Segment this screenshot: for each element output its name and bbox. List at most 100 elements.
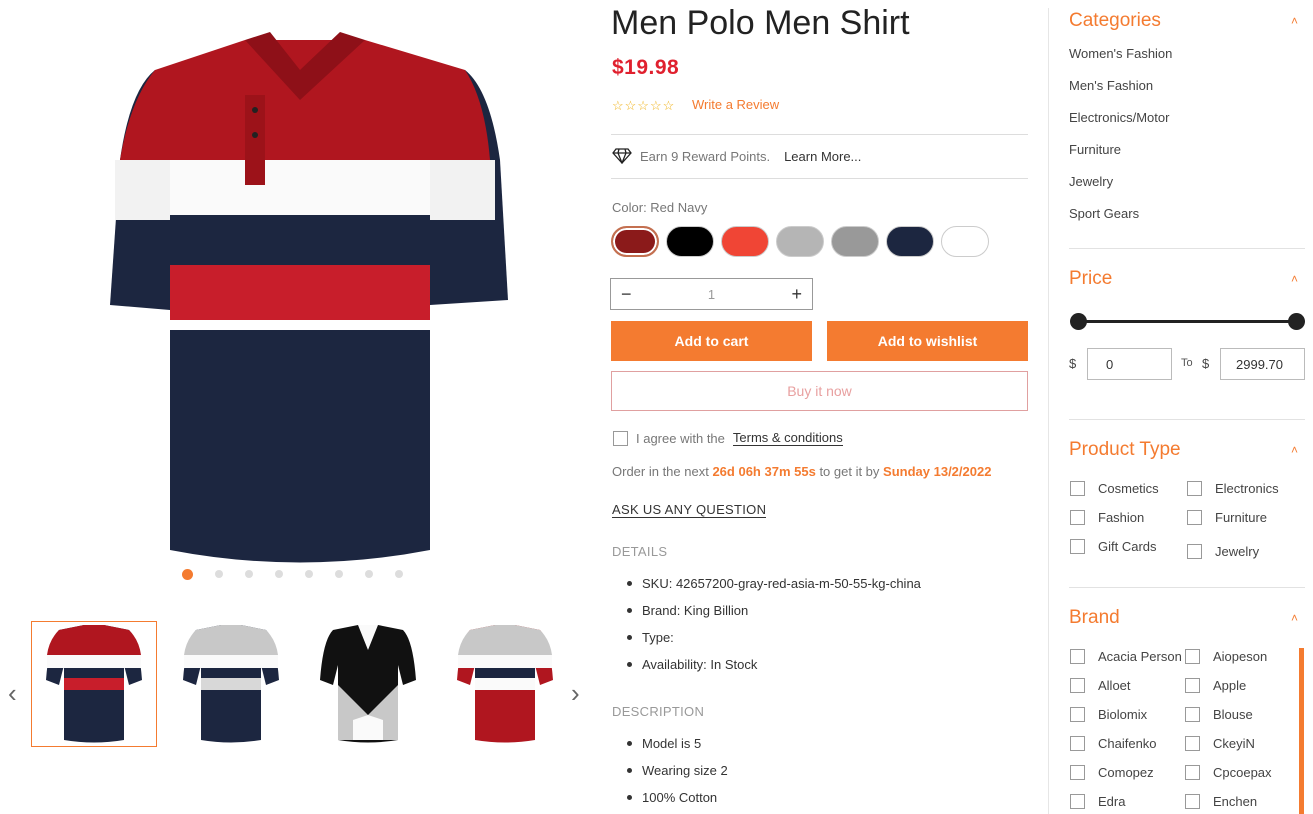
brand-filter[interactable]: Edra [1070, 794, 1125, 809]
quantity-stepper: − 1 + [610, 278, 813, 310]
filter-label: Cpcoepax [1213, 765, 1272, 780]
plus-icon[interactable]: + [791, 284, 802, 305]
currency-symbol: $ [1202, 356, 1210, 371]
sidebar-item-mens-fashion[interactable]: Men's Fashion [1069, 78, 1153, 93]
filter-fashion[interactable]: Fashion [1070, 510, 1144, 525]
checkbox[interactable] [1070, 707, 1085, 722]
thumbnail-3[interactable] [305, 621, 431, 747]
chevron-up-icon[interactable]: ˄ [1291, 611, 1298, 625]
checkbox[interactable] [1070, 678, 1085, 693]
price-max-handle[interactable] [1288, 313, 1305, 330]
gallery-dot[interactable] [215, 570, 223, 578]
divider [611, 134, 1028, 135]
swatch-white[interactable] [941, 226, 989, 257]
terms-link[interactable]: Terms & conditions [732, 430, 843, 446]
brand-filter[interactable]: Cpcoepax [1185, 765, 1272, 780]
price-heading[interactable]: Price [1069, 268, 1112, 290]
checkbox[interactable] [1187, 510, 1202, 525]
checkbox[interactable] [1185, 765, 1200, 780]
chevron-right-icon[interactable]: › [571, 680, 580, 706]
price-min-input[interactable]: 0 [1087, 348, 1172, 380]
sidebar-item-womens-fashion[interactable]: Women's Fashion [1069, 46, 1172, 61]
filter-label: Electronics [1215, 481, 1279, 496]
add-to-cart-button[interactable]: Add to cart [611, 321, 812, 361]
quantity-value[interactable]: 1 [708, 287, 715, 302]
chevron-up-icon[interactable]: ˄ [1291, 272, 1298, 286]
thumbnail-2[interactable] [168, 621, 294, 747]
filter-label: Chaifenko [1098, 736, 1157, 751]
gallery-dot[interactable] [335, 570, 343, 578]
brand-filter[interactable]: Chaifenko [1070, 736, 1157, 751]
brand-filter[interactable]: CkeyiN [1185, 736, 1255, 751]
checkbox[interactable] [1185, 794, 1200, 809]
brand-filter[interactable]: Enchen [1185, 794, 1257, 809]
brand-filter[interactable]: Comopez [1070, 765, 1154, 780]
swatch-gray[interactable] [831, 226, 879, 257]
gallery-dot[interactable] [245, 570, 253, 578]
chevron-up-icon[interactable]: ˄ [1291, 443, 1298, 457]
minus-icon[interactable]: − [621, 284, 632, 305]
sidebar-item-furniture[interactable]: Furniture [1069, 142, 1121, 157]
checkbox[interactable] [1070, 649, 1085, 664]
brand-filter[interactable]: Apple [1185, 678, 1246, 693]
swatch-black[interactable] [666, 226, 714, 257]
sidebar-item-sport-gears[interactable]: Sport Gears [1069, 206, 1139, 221]
brand-filter[interactable]: Acacia Person [1070, 649, 1182, 664]
price-range-track[interactable] [1078, 320, 1296, 323]
gallery-dot[interactable] [275, 570, 283, 578]
checkbox[interactable] [1185, 707, 1200, 722]
countdown-timer: 26d 06h 37m 55s [712, 464, 816, 479]
filter-jewelry[interactable]: Jewelry [1187, 544, 1259, 559]
chevron-up-icon[interactable]: ˄ [1291, 14, 1298, 28]
sidebar-item-jewelry[interactable]: Jewelry [1069, 174, 1113, 189]
gallery-dot[interactable] [182, 569, 193, 580]
terms-checkbox[interactable] [613, 430, 628, 446]
brand-heading[interactable]: Brand [1069, 607, 1120, 629]
price-min-handle[interactable] [1070, 313, 1087, 330]
brand-filter[interactable]: Biolomix [1070, 707, 1147, 722]
rating-stars-icon: ☆☆☆☆☆ [612, 98, 676, 113]
thumbnail-4[interactable] [442, 621, 568, 747]
brand-filter[interactable]: Aiopeson [1185, 649, 1267, 664]
list-item: Brand: King Billion [624, 603, 921, 630]
brand-filter[interactable]: Blouse [1185, 707, 1253, 722]
gallery-dot[interactable] [365, 570, 373, 578]
filter-furniture[interactable]: Furniture [1187, 510, 1267, 525]
add-to-wishlist-button[interactable]: Add to wishlist [827, 321, 1028, 361]
swatch-navy[interactable] [886, 226, 934, 257]
brand-scrollbar[interactable] [1299, 648, 1304, 814]
checkbox[interactable] [1070, 510, 1085, 525]
gallery-dot[interactable] [305, 570, 313, 578]
product-type-heading[interactable]: Product Type [1069, 439, 1181, 461]
checkbox[interactable] [1070, 539, 1085, 554]
checkbox[interactable] [1070, 765, 1085, 780]
delivery-date: Sunday 13/2/2022 [883, 464, 992, 479]
checkbox[interactable] [1070, 736, 1085, 751]
filter-label: CkeyiN [1213, 736, 1255, 751]
filter-gift-cards[interactable]: Gift Cards [1070, 539, 1157, 554]
gallery-dot[interactable] [395, 570, 403, 578]
learn-more-link[interactable]: Learn More... [784, 149, 861, 164]
sidebar-item-electronics-motor[interactable]: Electronics/Motor [1069, 110, 1169, 125]
ask-question-link[interactable]: ASK US ANY QUESTION [612, 502, 767, 518]
chevron-left-icon[interactable]: ‹ [8, 680, 17, 706]
checkbox[interactable] [1070, 794, 1085, 809]
checkbox[interactable] [1187, 544, 1202, 559]
brand-filter[interactable]: Alloet [1070, 678, 1131, 693]
filter-electronics[interactable]: Electronics [1187, 481, 1279, 496]
checkbox[interactable] [1070, 481, 1085, 496]
checkbox[interactable] [1185, 678, 1200, 693]
swatch-red-navy[interactable] [611, 226, 659, 257]
main-product-image[interactable] [100, 30, 520, 570]
write-review-link[interactable]: Write a Review [692, 97, 779, 112]
swatch-light-gray[interactable] [776, 226, 824, 257]
checkbox[interactable] [1185, 736, 1200, 751]
categories-heading[interactable]: Categories [1069, 10, 1161, 32]
checkbox[interactable] [1187, 481, 1202, 496]
swatch-red[interactable] [721, 226, 769, 257]
buy-now-button[interactable]: Buy it now [611, 371, 1028, 411]
checkbox[interactable] [1185, 649, 1200, 664]
price-max-input[interactable]: 2999.70 [1220, 348, 1305, 380]
filter-cosmetics[interactable]: Cosmetics [1070, 481, 1159, 496]
thumbnail-1[interactable] [31, 621, 157, 747]
